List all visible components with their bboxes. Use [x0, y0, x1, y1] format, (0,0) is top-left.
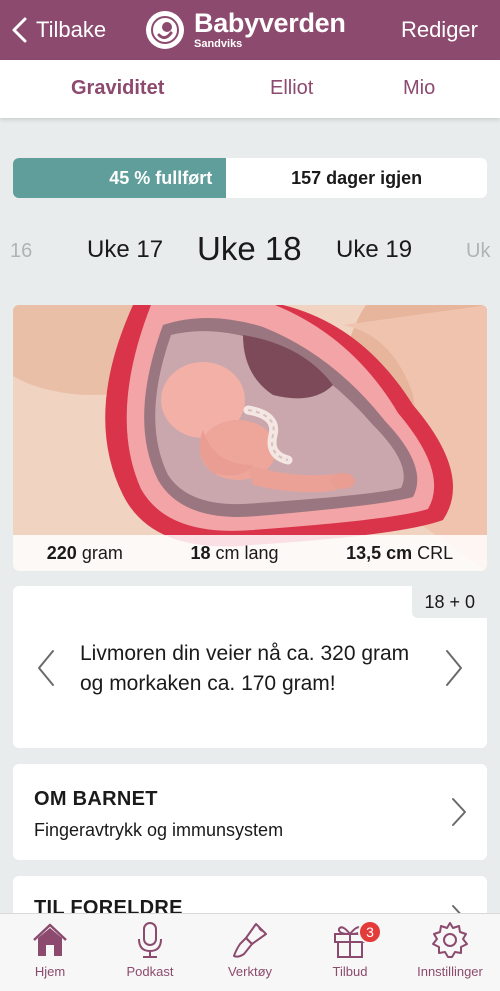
- nav-label: Tilbud: [332, 964, 368, 979]
- week-19[interactable]: Uke 19: [336, 236, 412, 264]
- weight-stat: 220 gram: [46, 542, 123, 563]
- tab-mio[interactable]: Mio: [403, 77, 435, 100]
- nav-label: Innstillinger: [417, 964, 483, 979]
- back-button[interactable]: Tilbake: [10, 14, 106, 46]
- pregnancy-progress-bar: 45 % fullført 157 dager igjen: [13, 158, 487, 198]
- week-18-current[interactable]: Uke 18: [197, 230, 302, 268]
- section-om-barnet[interactable]: OM BARNET Fingeravtrykk og immunsystem: [13, 764, 487, 860]
- fact-text: Livmoren din veier nå ca. 320 gram og mo…: [80, 642, 410, 695]
- chevron-left-icon[interactable]: [35, 648, 57, 688]
- week-20[interactable]: Uk: [466, 240, 490, 263]
- fetus-in-womb-illustration: [13, 305, 487, 571]
- nav-innstillinger[interactable]: Innstillinger: [400, 914, 500, 991]
- nav-tilbud[interactable]: 3 Tilbud: [300, 914, 400, 991]
- chevron-right-icon[interactable]: [443, 648, 465, 688]
- nav-hjem[interactable]: Hjem: [0, 914, 100, 991]
- app-header: Tilbake Babyverden Sandviks Rediger: [0, 0, 500, 60]
- brush-icon: [233, 923, 267, 958]
- microphone-icon: [138, 922, 162, 958]
- edit-button[interactable]: Rediger: [401, 14, 478, 46]
- crl-stat: 13,5 cm CRL: [346, 542, 454, 563]
- fetus-illustration-card[interactable]: 220 gram 18 cm lang 13,5 cm CRL: [13, 305, 487, 571]
- days-remaining: 157 dager igjen: [291, 167, 423, 188]
- daily-fact-card: 18 + 0 Livmoren din veier nå ca. 320 gra…: [13, 586, 487, 748]
- baby-logo-icon: [146, 11, 184, 49]
- pregnancy-day-badge: 18 + 0: [412, 586, 487, 618]
- bottom-navigation: Hjem Podkast Verktøy 3 Tilbud Innstillin…: [0, 913, 500, 991]
- gear-icon: [432, 922, 468, 958]
- tab-elliot[interactable]: Elliot: [270, 77, 313, 100]
- tab-bar: Graviditet Elliot Mio: [0, 60, 500, 118]
- back-label: Tilbake: [36, 17, 107, 42]
- week-17[interactable]: Uke 17: [87, 236, 163, 264]
- fetus-measurements: 220 gram 18 cm lang 13,5 cm CRL: [13, 535, 487, 571]
- nav-podkast[interactable]: Podkast: [100, 914, 200, 991]
- length-stat: 18 cm lang: [190, 542, 279, 563]
- nav-label: Podkast: [126, 964, 174, 979]
- nav-verktoy[interactable]: Verktøy: [200, 914, 300, 991]
- brand: Babyverden Sandviks: [146, 9, 346, 51]
- nav-label: Hjem: [34, 964, 66, 979]
- brand-name: Babyverden: [194, 8, 346, 38]
- section-subtitle: Fingeravtrykk og immunsystem: [34, 820, 284, 840]
- brand-subtitle: Sandviks: [194, 38, 243, 50]
- chevron-right-icon: [452, 798, 466, 826]
- section-title: OM BARNET: [34, 788, 158, 810]
- notification-badge: 3: [358, 920, 382, 944]
- tab-graviditet[interactable]: Graviditet: [71, 77, 164, 100]
- week-carousel[interactable]: 16 Uke 17 Uke 18 Uke 19 Uk: [0, 222, 500, 278]
- progress-fill: 45 % fullført: [13, 158, 227, 198]
- week-16[interactable]: 16: [10, 240, 32, 263]
- chevron-left-icon: [12, 17, 27, 43]
- nav-label: Verktøy: [227, 964, 273, 979]
- home-icon: [33, 923, 67, 956]
